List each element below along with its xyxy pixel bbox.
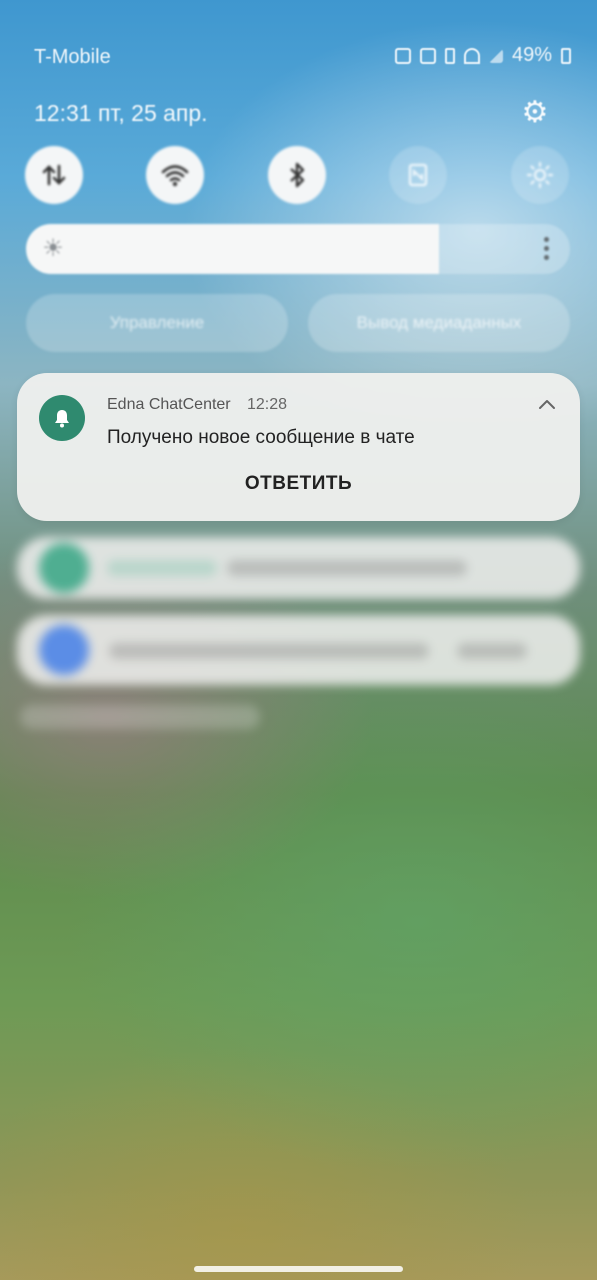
eye-comfort-toggle[interactable] bbox=[511, 146, 569, 204]
signal-icon bbox=[488, 48, 503, 63]
wifi-toggle[interactable] bbox=[146, 146, 204, 204]
data-arrows-icon bbox=[42, 164, 66, 186]
status-icons: 49% bbox=[394, 44, 571, 67]
quick-settings-row bbox=[25, 146, 570, 206]
home-indicator[interactable] bbox=[194, 1266, 403, 1272]
gear-icon[interactable]: ⚙ bbox=[520, 98, 550, 128]
blurred-hint bbox=[20, 705, 260, 729]
battery-icon bbox=[561, 47, 571, 64]
status-bar: T-Mobile 49% bbox=[34, 44, 571, 72]
bluetooth-icon bbox=[290, 162, 305, 188]
carrier-name: T-Mobile bbox=[34, 46, 111, 68]
blurred-app-icon bbox=[39, 625, 89, 675]
blurred-text bbox=[107, 560, 217, 576]
bluetooth-toggle[interactable] bbox=[268, 146, 326, 204]
app-name: Edna ChatCenter bbox=[107, 396, 231, 413]
media-output-button[interactable]: Вывод медиаданных bbox=[308, 294, 570, 352]
brightness-fill bbox=[26, 224, 440, 274]
brightness-slider[interactable]: ☀ bbox=[26, 224, 570, 274]
blurred-text bbox=[109, 643, 429, 659]
date-time: 12:31 пт, 25 апр. bbox=[34, 100, 208, 126]
nfc-icon bbox=[394, 47, 411, 64]
brightness-sun-icon: ☀ bbox=[42, 235, 64, 262]
nfc-icon bbox=[408, 163, 428, 187]
blurred-text bbox=[457, 643, 527, 659]
more-options-icon[interactable] bbox=[544, 237, 550, 264]
reply-button[interactable]: ОТВЕТИТЬ bbox=[237, 473, 360, 499]
device-control-button[interactable]: Управление bbox=[26, 294, 288, 352]
vibrate-icon bbox=[444, 47, 455, 64]
cast-icon bbox=[419, 47, 436, 64]
blurred-notification bbox=[17, 537, 580, 599]
mobile-data-toggle[interactable] bbox=[25, 146, 83, 204]
battery-percentage: 49% bbox=[511, 44, 552, 66]
notification-message: Получено новое сообщение в чате bbox=[107, 427, 415, 448]
blurred-text bbox=[227, 560, 467, 576]
nfc-toggle[interactable] bbox=[389, 146, 447, 204]
wifi-calling-icon bbox=[463, 47, 480, 64]
blurred-app-icon bbox=[39, 543, 89, 593]
wifi-icon bbox=[161, 165, 189, 187]
bell-icon bbox=[55, 410, 69, 428]
notification-time: 12:28 bbox=[247, 396, 288, 413]
blurred-notification bbox=[17, 615, 580, 685]
chevron-up-icon[interactable] bbox=[535, 393, 559, 417]
sun-icon bbox=[526, 161, 554, 189]
app-icon bbox=[39, 395, 85, 441]
notification-card[interactable]: Edna ChatCenter 12:28 Получено новое соо… bbox=[17, 373, 580, 521]
